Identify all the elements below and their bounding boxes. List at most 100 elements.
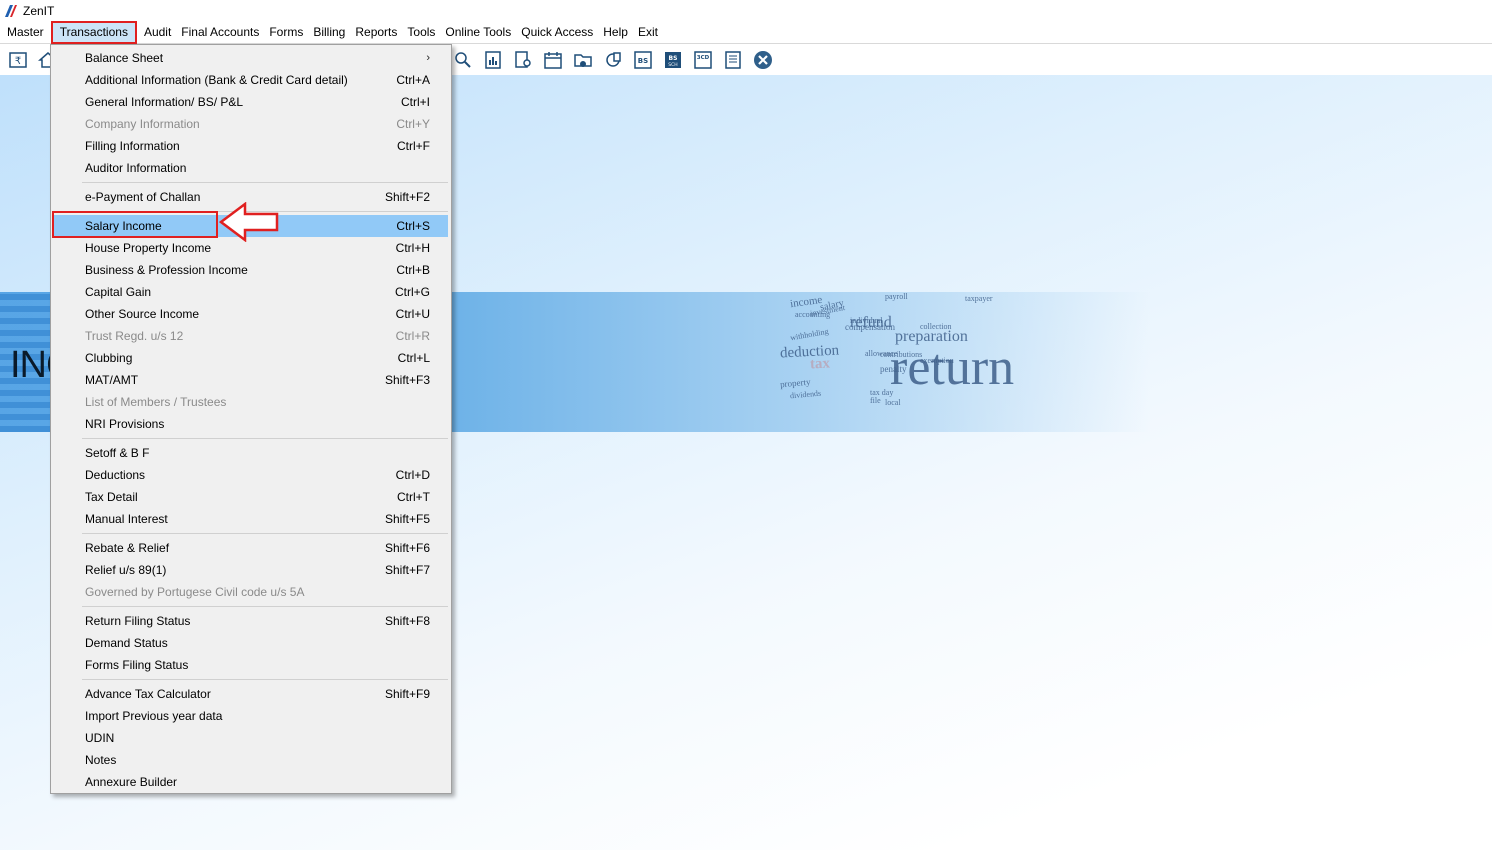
menu-separator [82, 603, 448, 610]
menu-item-shortcut: Ctrl+H [395, 241, 430, 255]
menu-item-import-previous-year-data[interactable]: Import Previous year data [54, 705, 448, 727]
menu-item-annexure-builder[interactable]: Annexure Builder [54, 771, 448, 793]
menu-item-list-of-members-trustees[interactable]: List of Members / Trustees [54, 391, 448, 413]
menu-item-label: Business & Profession Income [85, 263, 248, 277]
menu-item-additional-information-bank-credit-card-detail[interactable]: Additional Information (Bank & Credit Ca… [54, 69, 448, 91]
menu-separator [82, 676, 448, 683]
menu-item-clubbing[interactable]: Clubbing Ctrl+L [54, 347, 448, 369]
menu-item-shortcut: Shift+F8 [384, 614, 430, 628]
bs-sch-icon[interactable]: BS SCH [661, 48, 685, 72]
menu-item-label: Governed by Portugese Civil code u/s 5A [85, 585, 305, 599]
search-doc-icon[interactable] [451, 48, 475, 72]
menu-item-auditor-information[interactable]: Auditor Information [54, 157, 448, 179]
transactions-dropdown-menu: Balance Sheet › Additional Information (Ba… [50, 44, 452, 794]
menu-item-return-filing-status[interactable]: Return Filing Status Shift+F8 [54, 610, 448, 632]
tax-word-cloud: income refund preparation deduction tax retur… [640, 292, 1150, 432]
menu-item-company-information[interactable]: Company Information Ctrl+Y [54, 113, 448, 135]
menu-tools[interactable]: Tools [402, 22, 440, 43]
bs-sch-icon-sublabel: SCH [668, 62, 677, 68]
menu-item-label: Trust Regd. u/s 12 [85, 329, 184, 343]
menu-item-setoff-b-f[interactable]: Setoff & B F [54, 442, 448, 464]
menu-item-shortcut: Ctrl+A [396, 73, 430, 87]
menu-billing[interactable]: Billing [308, 22, 350, 43]
menu-item-label: Manual Interest [85, 512, 168, 526]
menu-item-label: Demand Status [85, 636, 168, 650]
menu-separator [82, 179, 448, 186]
menu-item-shortcut: Ctrl+D [395, 468, 430, 482]
menu-item-shortcut: Shift+F5 [384, 512, 430, 526]
menu-help[interactable]: Help [598, 22, 633, 43]
menu-item-governed-by-portugese-civil-code-u-s-5a[interactable]: Governed by Portugese Civil code u/s 5A [54, 581, 448, 603]
menu-item-label: Capital Gain [85, 285, 152, 299]
word-cloud-term: property [779, 376, 811, 390]
menu-item-label: e-Payment of Challan [85, 190, 201, 204]
calendar-icon[interactable] [541, 48, 565, 72]
menu-item-deductions[interactable]: Deductions Ctrl+D [54, 464, 448, 486]
menu-transactions[interactable]: Transactions [50, 20, 137, 44]
app-title: ZenIT [23, 3, 55, 18]
menu-master[interactable]: Master [2, 22, 49, 43]
menu-item-business-profession-income[interactable]: Business & Profession Income Ctrl+B [54, 259, 448, 281]
menu-item-label: Relief u/s 89(1) [85, 563, 167, 577]
refresh-doc-icon[interactable] [601, 48, 625, 72]
menu-quick-access[interactable]: Quick Access [516, 22, 598, 43]
3cd-icon[interactable]: 3CD [691, 48, 715, 72]
menu-item-label: Annexure Builder [85, 775, 178, 789]
word-cloud-term: payroll [885, 292, 908, 301]
menu-item-demand-status[interactable]: Demand Status [54, 632, 448, 654]
menu-item-label: MAT/AMT [85, 373, 139, 387]
menu-item-nri-provisions[interactable]: NRI Provisions [54, 413, 448, 435]
menu-audit[interactable]: Audit [139, 22, 176, 43]
word-cloud-term: individual [850, 316, 883, 325]
chart-doc-icon[interactable] [481, 48, 505, 72]
close-circle-icon[interactable] [751, 48, 775, 72]
menu-item-shortcut: Ctrl+G [394, 285, 430, 299]
menu-final-accounts[interactable]: Final Accounts [176, 22, 264, 43]
menu-item-label: Clubbing [85, 351, 133, 365]
annotation-highlight-box [52, 211, 218, 238]
menu-item-label: General Information/ BS/ P&L [85, 95, 244, 109]
annotation-arrow-icon [219, 202, 279, 242]
menu-item-filling-information[interactable]: Filling Information Ctrl+F [54, 135, 448, 157]
menu-item-capital-gain[interactable]: Capital Gain Ctrl+G [54, 281, 448, 303]
menu-item-advance-tax-calculator[interactable]: Advance Tax Calculator Shift+F9 [54, 683, 448, 705]
menu-reports[interactable]: Reports [350, 22, 402, 43]
menu-item-shortcut: Ctrl+Y [396, 117, 430, 131]
menu-item-tax-detail[interactable]: Tax Detail Ctrl+T [54, 486, 448, 508]
folder-add-icon[interactable] [571, 48, 595, 72]
menu-item-label: Balance Sheet [85, 51, 164, 65]
word-cloud-term: return [890, 339, 1015, 396]
menu-item-notes[interactable]: Notes [54, 749, 448, 771]
menu-forms[interactable]: Forms [264, 22, 308, 43]
svg-text:₹: ₹ [15, 56, 21, 67]
menu-item-forms-filing-status[interactable]: Forms Filing Status [54, 654, 448, 676]
menu-item-shortcut: Ctrl+U [395, 307, 430, 321]
word-cloud-term: tax [809, 355, 831, 373]
word-cloud-term: dividends [789, 388, 822, 401]
menu-item-shortcut: Shift+F3 [384, 373, 430, 387]
menu-bar: Master Transactions Audit Final Accounts For… [0, 20, 1492, 44]
menu-item-general-information-bs-p-l[interactable]: General Information/ BS/ P&L Ctrl+I [54, 91, 448, 113]
menu-item-rebate-relief[interactable]: Rebate & Relief Shift+F6 [54, 537, 448, 559]
rupee-book-icon[interactable]: ₹ [6, 48, 30, 72]
menu-item-shortcut: Ctrl+L [397, 351, 430, 365]
menu-item-label: Return Filing Status [85, 614, 191, 628]
menu-item-udin[interactable]: UDIN [54, 727, 448, 749]
menu-online-tools[interactable]: Online Tools [440, 22, 516, 43]
bs-icon[interactable]: BS [631, 48, 655, 72]
menu-item-balance-sheet[interactable]: Balance Sheet › [54, 47, 448, 69]
word-cloud-term: file [870, 396, 881, 405]
menu-exit[interactable]: Exit [633, 22, 663, 43]
menu-item-mat-amt[interactable]: MAT/AMT Shift+F3 [54, 369, 448, 391]
menu-item-label: Auditor Information [85, 161, 187, 175]
title-bar: ZenIT [0, 0, 1492, 21]
menu-item-label: Tax Detail [85, 490, 138, 504]
menu-item-relief-u-s-89-1[interactable]: Relief u/s 89(1) Shift+F7 [54, 559, 448, 581]
menu-item-label: Deductions [85, 468, 146, 482]
menu-item-trust-regd-u-s-12[interactable]: Trust Regd. u/s 12 Ctrl+R [54, 325, 448, 347]
doc-user-icon[interactable] [511, 48, 535, 72]
menu-item-other-source-income[interactable]: Other Source Income Ctrl+U [54, 303, 448, 325]
word-cloud-term: contributions [880, 350, 923, 359]
form-icon[interactable] [721, 48, 745, 72]
menu-item-manual-interest[interactable]: Manual Interest Shift+F5 [54, 508, 448, 530]
